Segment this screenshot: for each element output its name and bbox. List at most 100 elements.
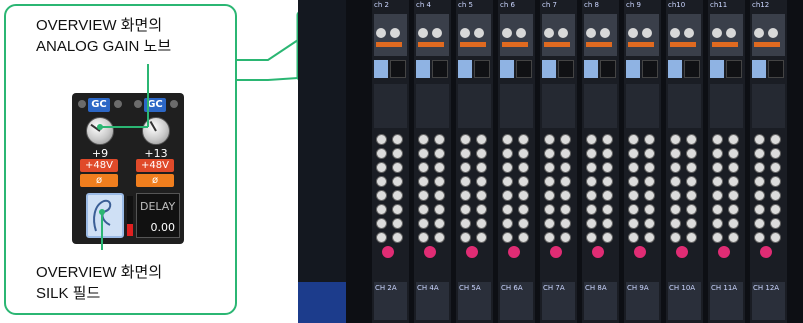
send-knob[interactable]	[392, 232, 403, 243]
send-knob[interactable]	[728, 134, 739, 145]
send-knob[interactable]	[686, 134, 697, 145]
send-knob[interactable]	[460, 134, 471, 145]
silk-field[interactable]	[416, 60, 430, 78]
channel-strip[interactable]: ch 6 CH 6A	[498, 0, 535, 323]
send-knob[interactable]	[644, 218, 655, 229]
send-knob[interactable]	[686, 148, 697, 159]
phase-indicator[interactable]	[754, 42, 780, 47]
send-knob[interactable]	[544, 176, 555, 187]
send-knob[interactable]	[418, 176, 429, 187]
delay-field[interactable]	[516, 60, 532, 78]
send-knob[interactable]	[476, 148, 487, 159]
pan-knob[interactable]	[760, 246, 772, 258]
gain-knob[interactable]	[670, 28, 680, 38]
send-knob[interactable]	[518, 204, 529, 215]
send-knob[interactable]	[434, 148, 445, 159]
send-knob[interactable]	[770, 162, 781, 173]
send-knob[interactable]	[644, 190, 655, 201]
analog-gain-knob[interactable]	[86, 117, 114, 145]
send-knob[interactable]	[502, 176, 513, 187]
send-knob[interactable]	[670, 190, 681, 201]
send-knob[interactable]	[586, 232, 597, 243]
send-knob[interactable]	[586, 176, 597, 187]
gain-knob[interactable]	[684, 28, 694, 38]
channel-strip[interactable]: ch12 CH 12A	[750, 0, 787, 323]
silk-field[interactable]	[584, 60, 598, 78]
send-knob[interactable]	[728, 204, 739, 215]
silk-field[interactable]	[668, 60, 682, 78]
delay-field[interactable]	[642, 60, 658, 78]
send-knob[interactable]	[560, 162, 571, 173]
gain-knob[interactable]	[642, 28, 652, 38]
send-knob[interactable]	[460, 148, 471, 159]
send-knob[interactable]	[644, 204, 655, 215]
send-knob[interactable]	[392, 134, 403, 145]
pan-knob[interactable]	[424, 246, 436, 258]
send-knob[interactable]	[686, 162, 697, 173]
send-knob[interactable]	[418, 232, 429, 243]
send-knob[interactable]	[544, 148, 555, 159]
phase-indicator[interactable]	[628, 42, 654, 47]
send-knob[interactable]	[544, 204, 555, 215]
gain-knob[interactable]	[558, 28, 568, 38]
send-knob[interactable]	[560, 218, 571, 229]
send-knob[interactable]	[686, 218, 697, 229]
send-knob[interactable]	[602, 176, 613, 187]
send-knob[interactable]	[392, 162, 403, 173]
send-knob[interactable]	[628, 176, 639, 187]
send-knob[interactable]	[544, 218, 555, 229]
send-knob[interactable]	[728, 162, 739, 173]
send-knob[interactable]	[418, 148, 429, 159]
send-knob[interactable]	[770, 134, 781, 145]
send-knob[interactable]	[518, 218, 529, 229]
send-knob[interactable]	[518, 134, 529, 145]
delay-field[interactable]	[390, 60, 406, 78]
send-knob[interactable]	[502, 218, 513, 229]
send-knob[interactable]	[670, 162, 681, 173]
delay-field[interactable]	[768, 60, 784, 78]
gain-knob[interactable]	[390, 28, 400, 38]
gain-knob[interactable]	[376, 28, 386, 38]
pan-knob[interactable]	[592, 246, 604, 258]
send-knob[interactable]	[476, 134, 487, 145]
delay-field[interactable]	[474, 60, 490, 78]
pan-knob[interactable]	[508, 246, 520, 258]
silk-field[interactable]	[752, 60, 766, 78]
send-knob[interactable]	[670, 218, 681, 229]
send-knob[interactable]	[392, 204, 403, 215]
phase-button[interactable]: ø	[136, 174, 174, 187]
phase-indicator[interactable]	[376, 42, 402, 47]
phase-indicator[interactable]	[670, 42, 696, 47]
send-knob[interactable]	[460, 176, 471, 187]
pan-knob[interactable]	[676, 246, 688, 258]
analog-gain-knob[interactable]	[142, 117, 170, 145]
send-knob[interactable]	[728, 218, 739, 229]
send-knob[interactable]	[476, 232, 487, 243]
silk-field[interactable]	[458, 60, 472, 78]
gc-badge[interactable]: GC	[144, 98, 166, 112]
gain-knob[interactable]	[712, 28, 722, 38]
send-knob[interactable]	[518, 176, 529, 187]
send-knob[interactable]	[434, 204, 445, 215]
send-knob[interactable]	[586, 204, 597, 215]
send-knob[interactable]	[418, 134, 429, 145]
send-knob[interactable]	[434, 190, 445, 201]
send-knob[interactable]	[770, 218, 781, 229]
send-knob[interactable]	[392, 176, 403, 187]
send-knob[interactable]	[476, 218, 487, 229]
send-knob[interactable]	[628, 162, 639, 173]
send-knob[interactable]	[518, 190, 529, 201]
send-knob[interactable]	[686, 190, 697, 201]
send-knob[interactable]	[754, 134, 765, 145]
send-knob[interactable]	[476, 162, 487, 173]
silk-field[interactable]	[374, 60, 388, 78]
send-knob[interactable]	[434, 232, 445, 243]
send-knob[interactable]	[376, 204, 387, 215]
send-knob[interactable]	[644, 134, 655, 145]
silk-field[interactable]	[86, 193, 124, 238]
send-knob[interactable]	[560, 134, 571, 145]
send-knob[interactable]	[418, 204, 429, 215]
send-knob[interactable]	[670, 232, 681, 243]
send-knob[interactable]	[712, 218, 723, 229]
send-knob[interactable]	[586, 190, 597, 201]
